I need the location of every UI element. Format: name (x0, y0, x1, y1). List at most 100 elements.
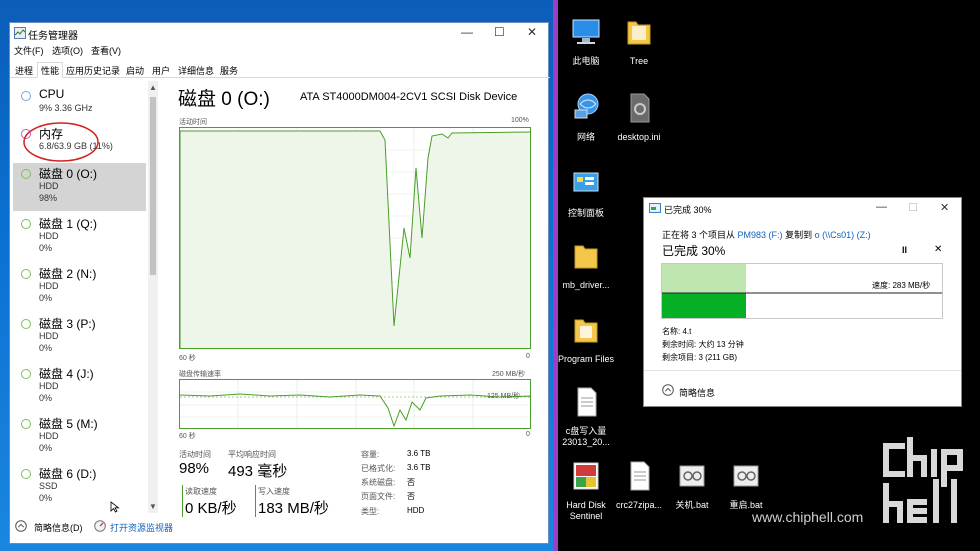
open-resource-monitor-link[interactable]: 打开资源监视器 (110, 521, 173, 534)
desktop-icon-label: Tree (629, 56, 649, 66)
desktop-icon-network[interactable]: 网络 (556, 92, 616, 143)
graph2-mid: 125 MB/秒 (487, 393, 521, 400)
pause-button[interactable]: ll (902, 245, 907, 255)
sidebar-item-disk3[interactable]: 磁盘 3 (P:) HDD 0% (13, 313, 146, 361)
document-icon (630, 461, 650, 491)
copy-destination-link[interactable]: o (\\Cs01) (Z:) (815, 230, 871, 240)
folder-icon (574, 245, 598, 269)
speed-graph (661, 263, 943, 319)
tab-services[interactable]: 服务 (217, 63, 241, 77)
dialog-divider (644, 370, 961, 371)
titlebar[interactable]: 任务管理器 — ☐ ✕ (10, 23, 550, 43)
hds-icon (573, 462, 599, 490)
copy-description: 正在将 3 个项目从 PM983 (F:) 复制到 o (\\Cs01) (Z:… (662, 228, 871, 241)
site-watermark: www.chiphell.com (752, 509, 864, 525)
desktop-icon-control-panel[interactable]: 控制面板 (556, 168, 616, 219)
sidebar-item-type: HDD (39, 431, 59, 441)
desktop-icon-desktop-ini[interactable]: desktop.ini (609, 92, 669, 143)
graph1-left-label: 60 秒 (179, 355, 196, 362)
write-speed-marker (255, 485, 256, 517)
menubar: 文件(F) 选项(O) 查看(V) (10, 44, 550, 58)
sidebar-item-disk5[interactable]: 磁盘 5 (M:) HDD 0% (13, 413, 146, 461)
graph2-right-label: 0 (526, 431, 530, 438)
desktop-icon-label: 关机.bat (675, 500, 709, 510)
tab-processes[interactable]: 进程 (12, 63, 36, 77)
sidebar-item-label: 磁盘 3 (P:) (39, 317, 96, 331)
write-speed-label: 写入速度 (258, 487, 290, 496)
fewer-details-link[interactable]: 简略信息(D) (34, 521, 83, 534)
desktop-icon-restart-bat[interactable]: 重启.bat (716, 460, 776, 511)
sidebar-item-label: 磁盘 2 (N:) (39, 267, 97, 281)
sidebar-item-type: HDD (39, 381, 59, 391)
task-manager-window: 任务管理器 — ☐ ✕ 文件(F) 选项(O) 查看(V) 进程 性能 应用历史… (9, 22, 550, 544)
cancel-button[interactable]: ✕ (934, 244, 942, 255)
sidebar-item-disk4[interactable]: 磁盘 4 (J:) HDD 0% (13, 363, 146, 411)
read-speed-marker (182, 485, 183, 517)
active-time-graph (179, 127, 531, 349)
minimize-button[interactable]: — (461, 25, 473, 39)
cpu-graph-icon (21, 91, 31, 101)
chevron-up-circle-icon[interactable] (15, 520, 27, 532)
formatted-value: 3.6 TB (407, 463, 431, 472)
tab-startup[interactable]: 启动 (123, 63, 147, 77)
copy-dialog-icon (649, 203, 661, 213)
sidebar-item-disk2[interactable]: 磁盘 2 (N:) HDD 0% (13, 263, 146, 311)
desktop-icon-c-write[interactable]: c盘写入量 23013_20... (556, 386, 616, 448)
sidebar-item-usage: 0% (39, 343, 53, 353)
scroll-up-icon[interactable]: ▲ (149, 83, 157, 92)
scroll-thumb[interactable] (150, 97, 156, 275)
chiphell-logo (883, 437, 963, 523)
menu-view[interactable]: 查看(V) (91, 44, 121, 57)
maximize-button[interactable]: ☐ (494, 25, 505, 39)
tab-details[interactable]: 详细信息 (175, 63, 217, 77)
disk-detail-panel: 磁盘 0 (O:) ATA ST4000DM004-2CV1 SCSI Disk… (160, 81, 550, 517)
desktop-icon-shutdown-bat[interactable]: 关机.bat (662, 460, 722, 511)
sidebar-item-disk6[interactable]: 磁盘 6 (D:) SSD 0% (13, 463, 146, 511)
sidebar-item-usage: 0% (39, 493, 53, 503)
close-button[interactable]: ✕ (527, 25, 537, 39)
mouse-cursor-icon (110, 501, 120, 513)
sidebar-item-usage: 0% (39, 293, 53, 303)
tab-app-history[interactable]: 应用历史记录 (63, 63, 123, 77)
maximize-button[interactable]: ☐ (908, 201, 918, 214)
copy-file-name: 名称: 4.t (662, 327, 692, 336)
desktop-icon-program-files[interactable]: Program Files (556, 314, 616, 365)
red-circle-annotation (23, 122, 99, 162)
desktop-icon-mb-driver[interactable]: mb_driver... (556, 240, 616, 291)
disk-graph-icon (21, 269, 31, 279)
type-value: HDD (407, 506, 425, 515)
desktop-icon-label: mb_driver... (562, 280, 610, 290)
desktop-icon-this-pc[interactable]: 此电脑 (556, 16, 616, 67)
sidebar-item-label: 磁盘 0 (O:) (39, 167, 98, 181)
capacity-value: 3.6 TB (407, 449, 431, 458)
system-disk-value: 否 (407, 478, 415, 487)
fewer-details-link[interactable]: 简略信息 (679, 386, 715, 399)
scroll-down-icon[interactable]: ▼ (149, 502, 157, 511)
read-speed-value: 0 KB/秒 (185, 500, 237, 517)
tab-performance[interactable]: 性能 (37, 62, 64, 78)
sidebar-item-disk1[interactable]: 磁盘 1 (Q:) HDD 0% (13, 213, 146, 261)
graph2-max: 250 MB/秒 (492, 371, 526, 378)
desktop-icon-hard-disk-sentinel[interactable]: Hard Disk Sentinel (556, 460, 616, 522)
tab-users[interactable]: 用户 (149, 63, 173, 77)
sidebar-item-usage: 98% (39, 193, 58, 203)
folder-icon (574, 319, 598, 343)
sidebar-item-label: 磁盘 4 (J:) (39, 367, 94, 381)
network-icon (574, 93, 599, 119)
close-button[interactable]: ✕ (940, 201, 949, 214)
desktop-icon-label: desktop.ini (617, 132, 661, 142)
menu-options[interactable]: 选项(O) (52, 44, 83, 57)
minimize-button[interactable]: — (876, 201, 887, 213)
menu-file[interactable]: 文件(F) (14, 44, 44, 57)
chevron-up-circle-icon[interactable] (662, 384, 674, 396)
bat-icon (733, 465, 759, 487)
disk-graph-icon (21, 369, 31, 379)
desktop-icon-crc27zip[interactable]: crc27zipa... (609, 460, 669, 511)
disk-graph-icon (21, 169, 31, 179)
sidebar-item-usage: 0% (39, 393, 53, 403)
copy-source-link[interactable]: PM983 (F:) (738, 230, 783, 240)
desktop-icon-label: 网络 (576, 132, 595, 142)
sidebar-item-disk0[interactable]: 磁盘 0 (O:) HDD 98% (13, 163, 146, 211)
document-icon (577, 387, 597, 417)
desktop-icon-tree[interactable]: Tree (609, 16, 669, 67)
